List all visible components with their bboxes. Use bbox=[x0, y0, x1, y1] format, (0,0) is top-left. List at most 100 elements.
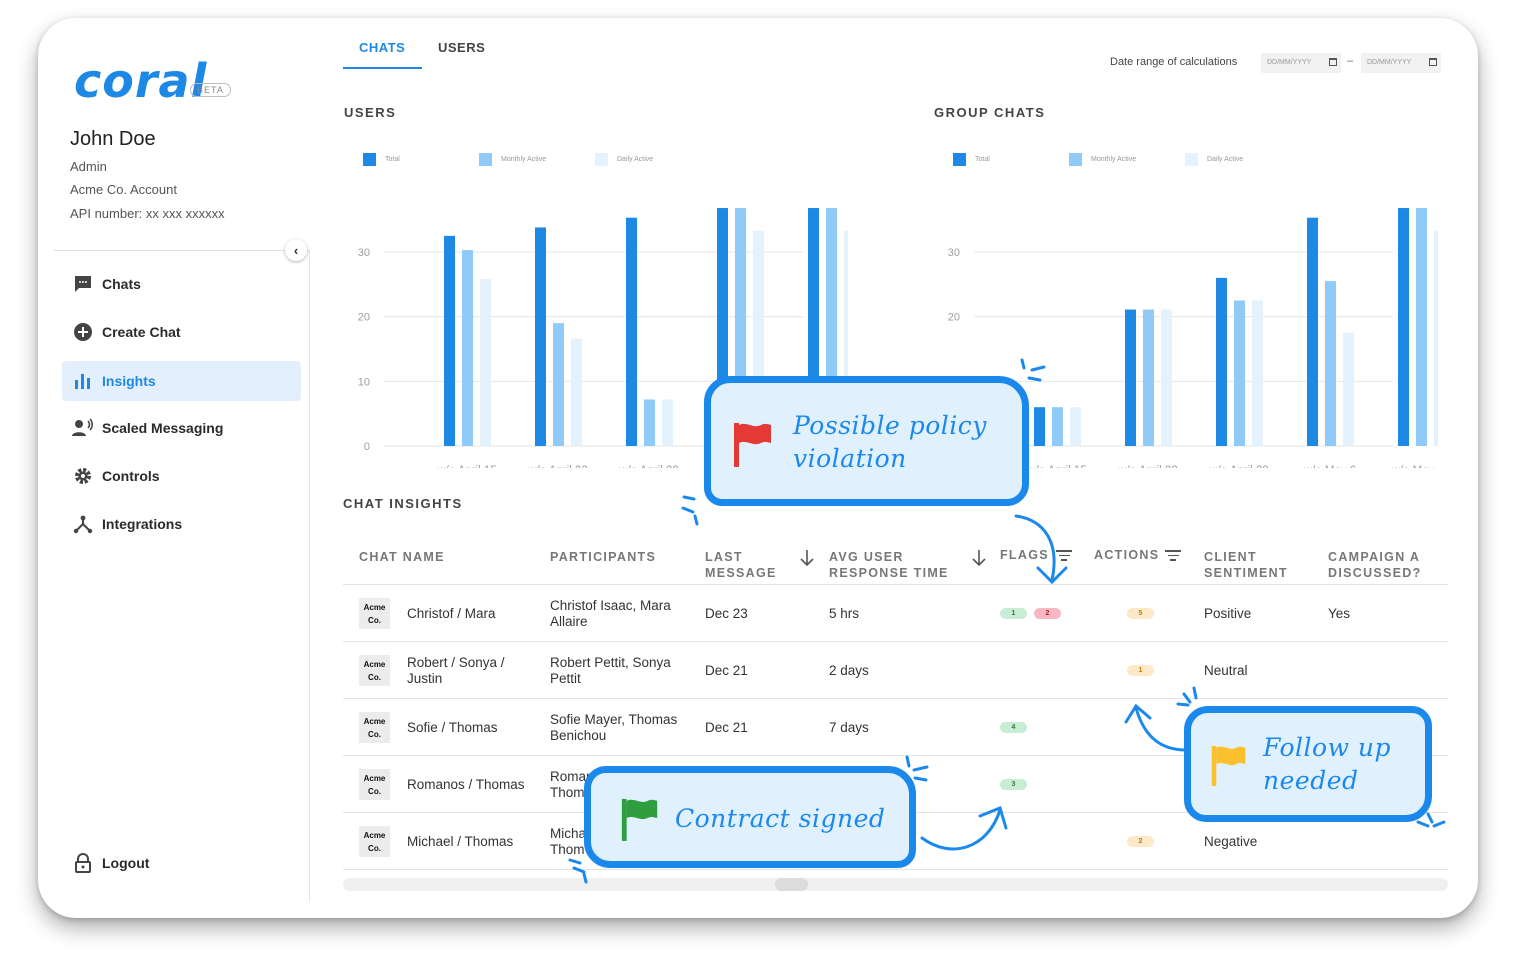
actions-count-badge[interactable]: 1 bbox=[1127, 664, 1154, 676]
bar-total[interactable] bbox=[626, 217, 637, 446]
tab-users[interactable]: USERS bbox=[438, 40, 485, 55]
logo-line: Co. bbox=[368, 729, 381, 739]
bar-daily-active[interactable] bbox=[662, 399, 673, 446]
filter-icon[interactable] bbox=[1165, 550, 1181, 562]
header-line: CLIENT bbox=[1204, 550, 1257, 564]
annotation-follow-up-needed: Follow up needed bbox=[1184, 706, 1432, 822]
y-tick-label: 30 bbox=[358, 247, 370, 259]
bar-monthly-active[interactable] bbox=[462, 250, 473, 446]
bar-monthly-active[interactable] bbox=[1325, 281, 1336, 446]
bar-monthly-active[interactable] bbox=[553, 323, 564, 446]
bar-daily-active[interactable] bbox=[571, 338, 582, 446]
bar-daily-active[interactable] bbox=[1343, 332, 1354, 446]
legend-item-daily-active: Daily Active bbox=[595, 152, 653, 166]
collapse-sidebar-button[interactable]: ‹ bbox=[285, 239, 307, 261]
calendar-icon bbox=[1329, 58, 1337, 66]
integrations-icon bbox=[72, 513, 94, 535]
column-header-chat-name[interactable]: CHAT NAME bbox=[359, 549, 445, 565]
bar-daily-active[interactable] bbox=[1434, 230, 1438, 446]
actions-count-badge[interactable]: 5 bbox=[1127, 607, 1154, 619]
chat-name-cell[interactable]: Christof / Mara bbox=[407, 606, 537, 622]
bar-total[interactable] bbox=[535, 227, 546, 446]
cell-line: Sofie / Thomas bbox=[407, 719, 498, 735]
bar-total[interactable] bbox=[1398, 208, 1409, 446]
logo-line: Acme bbox=[363, 830, 386, 840]
red-flag-count-badge[interactable]: 2 bbox=[1034, 607, 1061, 619]
sidebar-item-integrations[interactable]: Integrations bbox=[62, 504, 301, 544]
legend-swatch bbox=[595, 152, 608, 166]
header-line: SENTIMENT bbox=[1204, 566, 1288, 580]
chat-name-cell[interactable]: Robert / Sonya / Justin bbox=[407, 655, 537, 687]
campaign-cell: Yes bbox=[1328, 605, 1351, 621]
tab-chats[interactable]: CHATS bbox=[359, 40, 405, 55]
chat-name-cell[interactable]: Michael / Thomas bbox=[407, 834, 537, 850]
green-flag-count-badge[interactable]: 4 bbox=[1000, 721, 1027, 733]
bar-total[interactable] bbox=[1125, 309, 1136, 446]
y-tick-label: 30 bbox=[948, 247, 960, 259]
chat-name-cell[interactable]: Sofie / Thomas bbox=[407, 720, 537, 736]
column-header-campaign-discussed[interactable]: CAMPAIGN A DISCUSSED? bbox=[1328, 549, 1422, 581]
x-tick-label: w/o April 22 bbox=[527, 465, 587, 468]
legend-swatch bbox=[363, 152, 376, 166]
green-flag-count-badge[interactable]: 3 bbox=[1000, 778, 1027, 790]
cell-line: Allaire bbox=[550, 613, 588, 629]
client-logo: Acme Co. bbox=[359, 825, 390, 857]
bar-monthly-active[interactable] bbox=[1143, 309, 1154, 446]
group-chats-chart-legend: Total Monthly Active Daily Active bbox=[953, 152, 1243, 166]
bar-monthly-active[interactable] bbox=[1416, 208, 1427, 446]
sparkle-marks bbox=[681, 495, 699, 526]
column-header-last-message[interactable]: LAST MESSAGE bbox=[705, 549, 777, 581]
legend-swatch bbox=[479, 152, 492, 166]
sentiment-cell: Positive bbox=[1204, 605, 1252, 621]
chat-insights-title: CHAT INSIGHTS bbox=[343, 496, 463, 511]
plus-circle-icon bbox=[72, 321, 94, 343]
client-logo: Acme Co. bbox=[359, 654, 390, 686]
participants-cell: Christof Isaac, Mara Allaire bbox=[550, 598, 700, 630]
horizontal-scrollbar[interactable] bbox=[343, 878, 1448, 891]
sort-down-arrow-icon[interactable] bbox=[972, 549, 986, 567]
legend-item-total: Total bbox=[363, 152, 479, 166]
bar-daily-active[interactable] bbox=[1161, 309, 1172, 446]
column-header-participants[interactable]: PARTICIPANTS bbox=[550, 549, 656, 565]
bar-monthly-active[interactable] bbox=[1234, 300, 1245, 447]
calendar-icon bbox=[1429, 58, 1437, 66]
participants-cell: Sofie Mayer, Thomas Benichou bbox=[550, 712, 700, 744]
bar-daily-active[interactable] bbox=[1070, 407, 1081, 446]
actions-count-badge[interactable]: 2 bbox=[1127, 835, 1154, 847]
bar-daily-active[interactable] bbox=[480, 279, 491, 446]
sidebar-item-label: Controls bbox=[102, 468, 160, 484]
column-header-actions[interactable]: ACTIONS bbox=[1094, 547, 1159, 563]
sidebar-item-create-chat[interactable]: Create Chat bbox=[62, 312, 301, 352]
end-date-input[interactable]: DD/MM/YYYY bbox=[1361, 53, 1441, 73]
bar-total[interactable] bbox=[1307, 217, 1318, 446]
bar-total[interactable] bbox=[444, 235, 455, 446]
sidebar-item-insights[interactable]: Insights bbox=[62, 361, 301, 401]
green-flag-count-badge[interactable]: 1 bbox=[1000, 607, 1027, 619]
x-tick-label: w/o April 29 bbox=[1208, 465, 1268, 468]
bar-monthly-active[interactable] bbox=[644, 399, 655, 446]
sidebar-item-chats[interactable]: Chats bbox=[62, 264, 301, 304]
sort-down-arrow-icon[interactable] bbox=[800, 549, 814, 567]
sidebar-item-controls[interactable]: Controls bbox=[62, 456, 301, 496]
bar-monthly-active[interactable] bbox=[1052, 407, 1063, 446]
start-date-input[interactable]: DD/MM/YYYY bbox=[1261, 53, 1341, 73]
sidebar-item-scaled-messaging[interactable]: Scaled Messaging bbox=[62, 408, 301, 448]
y-tick-label: 10 bbox=[358, 376, 370, 388]
bar-daily-active[interactable] bbox=[1252, 300, 1263, 447]
bar-total[interactable] bbox=[1034, 407, 1045, 446]
scrollbar-thumb[interactable] bbox=[775, 878, 808, 891]
chat-name-cell[interactable]: Romanos / Thomas bbox=[407, 777, 537, 793]
bar-total[interactable] bbox=[1216, 277, 1227, 446]
header-line: DISCUSSED? bbox=[1328, 566, 1422, 580]
column-header-client-sentiment[interactable]: CLIENT SENTIMENT bbox=[1204, 549, 1288, 581]
logout-button[interactable]: Logout bbox=[62, 843, 301, 883]
sidebar-item-label: Chats bbox=[102, 276, 141, 292]
active-tab-indicator bbox=[343, 67, 422, 69]
sentiment-cell: Neutral bbox=[1204, 662, 1248, 678]
annotation-line: needed bbox=[1263, 766, 1359, 795]
cell-line: Romanos / Thomas bbox=[407, 776, 525, 792]
curved-arrow-icon bbox=[1124, 703, 1188, 752]
column-header-avg-response-time[interactable]: AVG USER RESPONSE TIME bbox=[829, 549, 949, 581]
x-tick-label: w/o May 6 bbox=[1303, 465, 1356, 468]
sentiment-cell: Negative bbox=[1204, 833, 1258, 849]
